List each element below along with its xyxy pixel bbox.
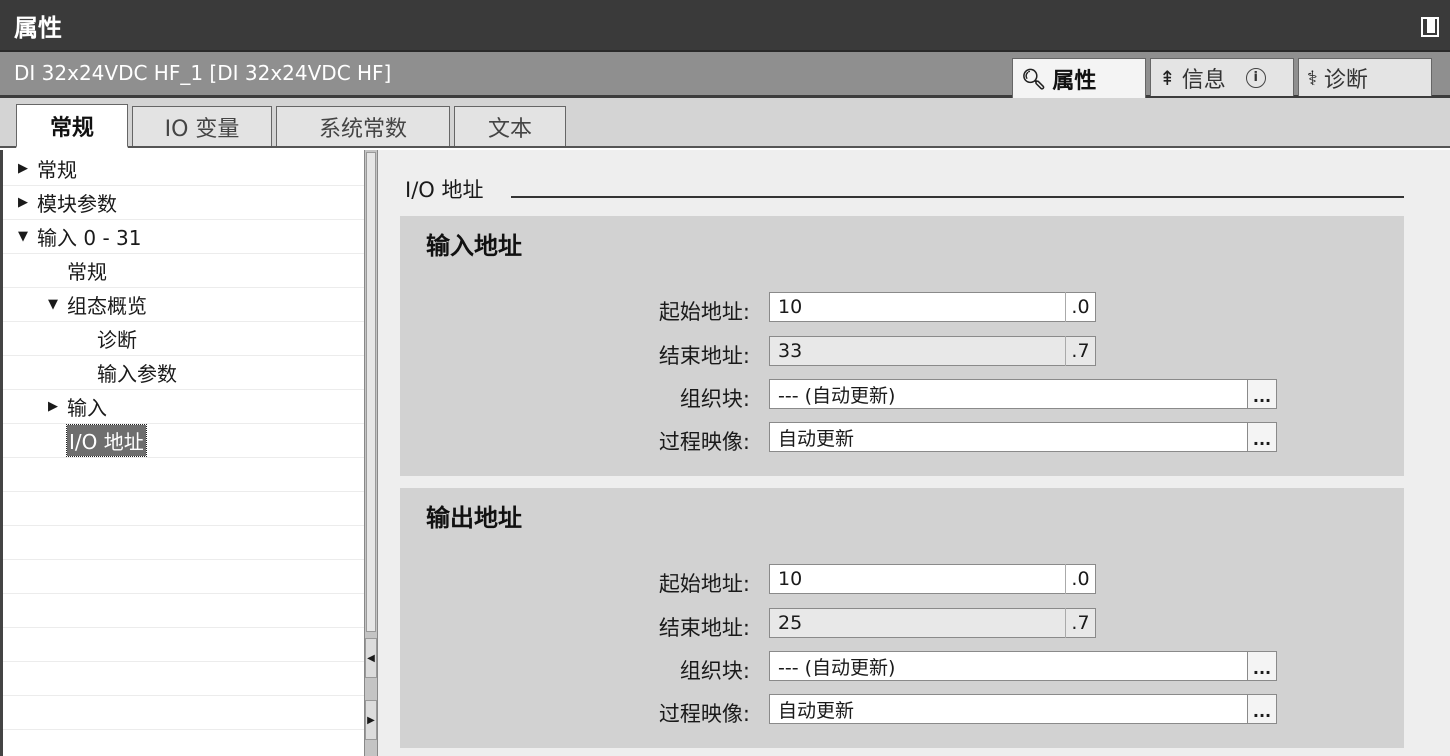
tab-info[interactable]: ⇞ 信息 i — [1150, 58, 1294, 96]
collapse-left-icon[interactable]: ◀ — [365, 638, 377, 678]
tree-item-diagnostics[interactable]: 诊断 — [3, 322, 364, 356]
output-group-title: 输出地址 — [426, 504, 522, 532]
tab-general[interactable]: 常规 — [16, 104, 128, 148]
tree-item-label: 组态概览 — [67, 294, 147, 318]
section-divider — [511, 196, 1404, 198]
tree-item-general[interactable]: ▶ 常规 — [3, 152, 364, 186]
tree-item-label: 常规 — [37, 158, 77, 182]
tree-empty-row — [3, 594, 364, 628]
tab-diagnostics[interactable]: ⚕ 诊断 — [1298, 58, 1432, 96]
properties-icon: 🔍︎ — [1021, 67, 1047, 91]
tab-system-constants[interactable]: 系统常数 — [276, 106, 450, 146]
output-start-bit: .0 — [1065, 564, 1095, 594]
object-bar: DI 32x24VDC HF_1 [DI 32x24VDC HF] 🔍︎ 属性 … — [0, 52, 1450, 99]
output-ob-browse-button[interactable]: ... — [1247, 651, 1277, 681]
tree-empty-row — [3, 696, 364, 730]
content-area: I/O 地址 输入地址 起始地址: 10 .0 结束地址: 33 .7 组织块:… — [378, 150, 1450, 756]
output-pi-value: 自动更新 — [778, 699, 855, 722]
tree-item-inputs-general[interactable]: 常规 — [3, 254, 364, 288]
output-start-label: 起始地址: — [658, 572, 750, 596]
diagnostics-icon: ⚕ — [1307, 65, 1318, 90]
window-title: 属性 — [14, 14, 62, 42]
tree-empty-row — [3, 458, 364, 492]
tree-item-label-selected: I/O 地址 — [66, 424, 147, 457]
input-end-address-field: 33 .7 — [769, 336, 1096, 366]
input-pi-label: 过程映像: — [658, 430, 750, 454]
tree-item-label: 输入 0 - 31 — [37, 226, 142, 250]
expand-right-icon[interactable]: ▶ — [365, 700, 377, 740]
section-title: I/O 地址 — [405, 178, 484, 202]
input-ob-value: --- (自动更新) — [778, 384, 896, 407]
input-end-label: 结束地址: — [658, 344, 750, 368]
properties-titlebar: 属性 — [0, 0, 1450, 52]
input-group-title: 输入地址 — [426, 232, 522, 260]
tree-item-module-parameters[interactable]: ▶ 模块参数 — [3, 186, 364, 220]
output-end-value: 25 — [778, 612, 803, 634]
tree-scrollbar[interactable]: ◀ ▶ — [364, 150, 378, 756]
tree-empty-row — [3, 492, 364, 526]
input-start-address-field[interactable]: 10 .0 — [769, 292, 1096, 322]
tree-empty-row — [3, 662, 364, 696]
tab-diagnostics-label: 诊断 — [1323, 67, 1368, 93]
tree-item-input[interactable]: ▶ 输入 — [3, 390, 364, 424]
scrollbar-thumb[interactable] — [366, 152, 376, 632]
tree-empty-row — [3, 560, 364, 594]
tree-item-label: 输入 — [67, 396, 107, 420]
tree-item-io-address[interactable]: I/O 地址 — [3, 424, 364, 458]
output-start-address-field[interactable]: 10 .0 — [769, 564, 1096, 594]
navigation-tree: ▶ 常规 ▶ 模块参数 ▼ 输入 0 - 31 常规 ▼ 组态概览 诊断 输入参… — [0, 150, 364, 756]
tree-item-label: 模块参数 — [37, 192, 117, 216]
collapse-arrow-icon[interactable]: ▼ — [45, 297, 61, 312]
expand-arrow-icon[interactable]: ▶ — [15, 195, 31, 210]
input-start-label: 起始地址: — [658, 300, 750, 324]
output-end-bit: .7 — [1065, 608, 1095, 638]
tree-item-label: 常规 — [67, 260, 107, 284]
tree-item-inputs-0-31[interactable]: ▼ 输入 0 - 31 — [3, 220, 364, 254]
output-address-group: 输出地址 起始地址: 10 .0 结束地址: 25 .7 组织块: --- (自… — [400, 488, 1404, 748]
input-ob-label: 组织块: — [679, 387, 750, 411]
output-start-value: 10 — [778, 568, 803, 590]
output-pi-browse-button[interactable]: ... — [1247, 694, 1277, 724]
input-end-value: 33 — [778, 340, 803, 362]
output-end-label: 结束地址: — [658, 616, 750, 640]
input-ob-field[interactable]: --- (自动更新) ... — [769, 379, 1277, 409]
input-ob-browse-button[interactable]: ... — [1247, 379, 1277, 409]
tab-texts[interactable]: 文本 — [454, 106, 566, 146]
input-start-bit: .0 — [1065, 292, 1095, 322]
tree-empty-row — [3, 628, 364, 662]
output-end-address-field: 25 .7 — [769, 608, 1096, 638]
output-pi-label: 过程映像: — [658, 702, 750, 726]
input-pi-browse-button[interactable]: ... — [1247, 422, 1277, 452]
info-badge-icon: i — [1245, 67, 1266, 88]
input-pi-value: 自动更新 — [778, 427, 855, 450]
output-ob-value: --- (自动更新) — [778, 656, 896, 679]
output-ob-field[interactable]: --- (自动更新) ... — [769, 651, 1277, 681]
tab-io-tags[interactable]: IO 变量 — [132, 106, 272, 146]
tree-empty-row — [3, 526, 364, 560]
tree-item-label: 输入参数 — [97, 362, 177, 386]
tab-info-label: 信息 — [1181, 67, 1226, 93]
output-process-image-field[interactable]: 自动更新 ... — [769, 694, 1277, 724]
input-process-image-field[interactable]: 自动更新 ... — [769, 422, 1277, 452]
tree-item-label: 诊断 — [97, 328, 137, 352]
tree-item-input-parameters[interactable]: 输入参数 — [3, 356, 364, 390]
info-icon: ⇞ — [1159, 65, 1176, 90]
expand-arrow-icon[interactable]: ▶ — [15, 161, 31, 176]
output-ob-label: 组织块: — [679, 659, 750, 683]
float-panel-icon[interactable] — [1418, 15, 1439, 37]
object-name: DI 32x24VDC HF_1 [DI 32x24VDC HF] — [14, 61, 392, 85]
collapse-arrow-icon[interactable]: ▼ — [15, 229, 31, 244]
sub-tab-bar: 常规 IO 变量 系统常数 文本 — [0, 98, 1450, 148]
input-address-group: 输入地址 起始地址: 10 .0 结束地址: 33 .7 组织块: --- (自… — [400, 216, 1404, 476]
input-end-bit: .7 — [1065, 336, 1095, 366]
tab-properties-label: 属性 — [1052, 69, 1097, 94]
expand-arrow-icon[interactable]: ▶ — [45, 399, 61, 414]
tree-item-configuration-overview[interactable]: ▼ 组态概览 — [3, 288, 364, 322]
input-start-value: 10 — [778, 296, 803, 318]
tab-properties[interactable]: 🔍︎ 属性 — [1012, 58, 1146, 99]
